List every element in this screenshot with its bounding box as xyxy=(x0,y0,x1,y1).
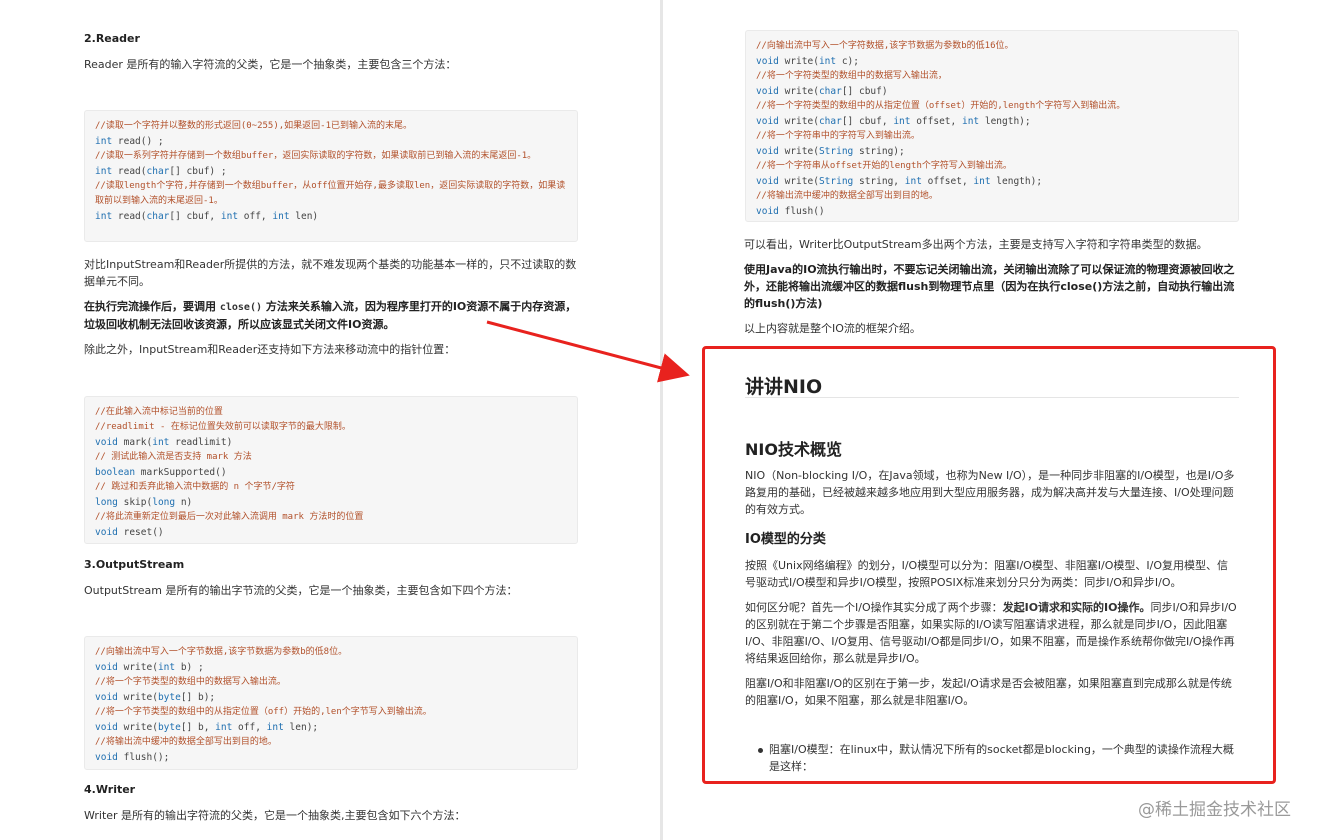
arrow-line xyxy=(486,320,690,383)
watermark: @稀土掘金技术社区 xyxy=(1138,800,1291,820)
red-arrow xyxy=(486,320,690,383)
